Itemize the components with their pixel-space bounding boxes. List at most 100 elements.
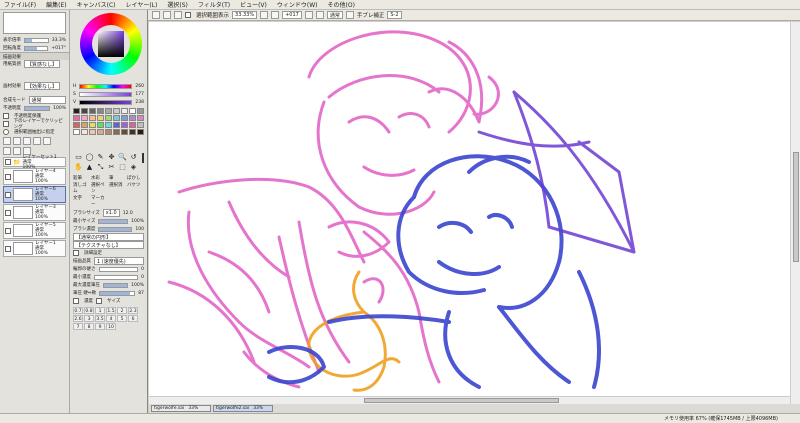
color-swatch[interactable] [105,122,112,128]
brush-tool-button[interactable]: 選択消 [109,182,126,194]
tool-icon[interactable]: ↺ [129,153,138,161]
brush-tool-button[interactable]: 水彩 [91,175,108,181]
size-preset-button[interactable]: 2.3 [128,307,138,314]
color-swatch[interactable] [129,122,136,128]
pressure-slider[interactable] [99,290,136,296]
new-folder-button[interactable] [23,137,31,145]
menu-item[interactable]: その他(O) [328,0,355,9]
invert-selection-button[interactable] [163,11,171,19]
pressure-size-checkbox[interactable] [96,298,102,304]
color-swatch[interactable] [97,115,104,121]
color-swatch[interactable] [129,108,136,114]
tool-icon[interactable]: ✎ [96,153,105,161]
color-swatch[interactable] [129,115,136,121]
min-size-slider[interactable] [98,218,129,224]
blend-mode-select[interactable]: 通常 [326,11,343,19]
composite-mode-select[interactable]: 通常 [28,96,66,104]
merge-visible-button[interactable] [13,147,21,155]
layer-row[interactable]: レイヤー1 通常 100% [3,240,66,257]
brush-tool-button[interactable]: マーカー [91,195,108,207]
color-swatch[interactable] [89,108,96,114]
color-swatch[interactable] [113,129,120,135]
rotate-left-button[interactable] [304,11,313,19]
color-swatch[interactable] [81,108,88,114]
selection-source-checkbox[interactable] [3,129,9,135]
size-preset-button[interactable]: 0.7 [73,307,83,314]
brush-tool-button[interactable]: 鉛筆 [73,175,90,181]
tool-icon[interactable]: ✂ [107,163,116,171]
size-preset-button[interactable]: 2.6 [73,315,83,322]
zoom-out-button[interactable] [260,11,269,19]
brush-density-slider[interactable] [98,226,133,232]
size-preset-button[interactable]: 0.8 [84,307,94,314]
deselect-button[interactable] [152,11,160,19]
tool-icon[interactable]: ▲ [85,163,94,171]
color-swatch[interactable] [113,115,120,121]
color-swatch[interactable] [137,108,144,114]
visibility-eye-icon[interactable] [5,245,11,252]
color-swatch[interactable] [89,115,96,121]
opacity-slider[interactable] [24,105,51,111]
color-swatch[interactable] [137,122,144,128]
color-swatch[interactable] [81,115,88,121]
main-color-swatch[interactable] [142,153,144,163]
pressure-density-checkbox[interactable] [73,298,79,304]
brush-tool-button[interactable]: 選択ペン [91,182,108,194]
visibility-eye-icon[interactable] [5,191,11,198]
color-swatch[interactable] [121,108,128,114]
color-swatch[interactable] [89,122,96,128]
merge-down-button[interactable] [3,147,11,155]
sv-square[interactable] [98,31,124,57]
menu-item[interactable]: ウィンドウ(W) [277,0,318,9]
menu-item[interactable]: ビュー(V) [240,0,267,9]
quality-select[interactable]: 1 (速度優先) [94,257,144,265]
size-preset-button[interactable]: 7 [73,323,83,330]
menu-item[interactable]: 編集(E) [46,0,66,9]
color-swatch[interactable] [81,129,88,135]
new-layer-button[interactable] [3,137,11,145]
visibility-eye-icon[interactable] [5,173,11,180]
tool-icon[interactable]: ✥ [107,153,116,161]
size-preset-button[interactable]: 6 [128,315,138,322]
file-tab[interactable]: tigerwolfe.sai 33% [151,405,211,412]
brush-tool-button[interactable]: ぼかし [127,175,144,181]
rotate-right-button[interactable] [315,11,324,19]
brush-tool-button[interactable]: バケツ [127,182,144,194]
layer-row[interactable]: レイヤー5 通常 100% [3,222,66,239]
color-swatch[interactable] [73,122,80,128]
size-preset-button[interactable]: 2 [117,307,127,314]
layer-folder-row[interactable]: 📁 レイヤーセット1 通常 100% [3,155,66,170]
color-swatch[interactable] [121,115,128,121]
color-swatch[interactable] [73,108,80,114]
min-density-slider[interactable] [94,274,139,280]
color-swatch[interactable] [113,122,120,128]
nav-angle-slider[interactable] [24,45,49,51]
tool-icon[interactable]: ✋ [74,163,83,171]
brush-tool-button[interactable]: 消しゴム [73,182,90,194]
brush-tool-button[interactable]: 筆 [109,175,126,181]
visibility-eye-icon[interactable] [5,227,11,234]
canvas[interactable] [149,22,800,404]
fill-selection-button[interactable] [174,11,182,19]
menu-item[interactable]: レイヤー(L) [126,0,158,9]
visibility-eye-icon[interactable] [5,159,11,165]
color-swatch[interactable] [129,129,136,135]
size-preset-button[interactable]: 3.5 [95,315,105,322]
selection-visible-checkbox[interactable] [185,12,191,18]
size-preset-button[interactable]: 4 [106,315,116,322]
color-swatch[interactable] [121,129,128,135]
horizontal-scrollbar[interactable] [149,396,790,404]
new-linework-button[interactable] [13,137,21,145]
zoom-in-button[interactable] [271,11,280,19]
brush-texture-select[interactable]: 【テクスチャなし】 [73,241,144,249]
color-swatch[interactable] [113,108,120,114]
layer-row[interactable]: レイヤー3 通常 100% [3,204,66,221]
value-slider[interactable] [79,99,133,105]
size-preset-button[interactable]: 1 [95,307,105,314]
menu-item[interactable]: 選択(S) [167,0,188,9]
color-swatch[interactable] [81,122,88,128]
color-swatch[interactable] [97,108,104,114]
size-preset-button[interactable]: 9 [95,323,105,330]
menu-item[interactable]: フィルタ(T) [198,0,230,9]
max-pressure-slider[interactable] [103,282,129,288]
